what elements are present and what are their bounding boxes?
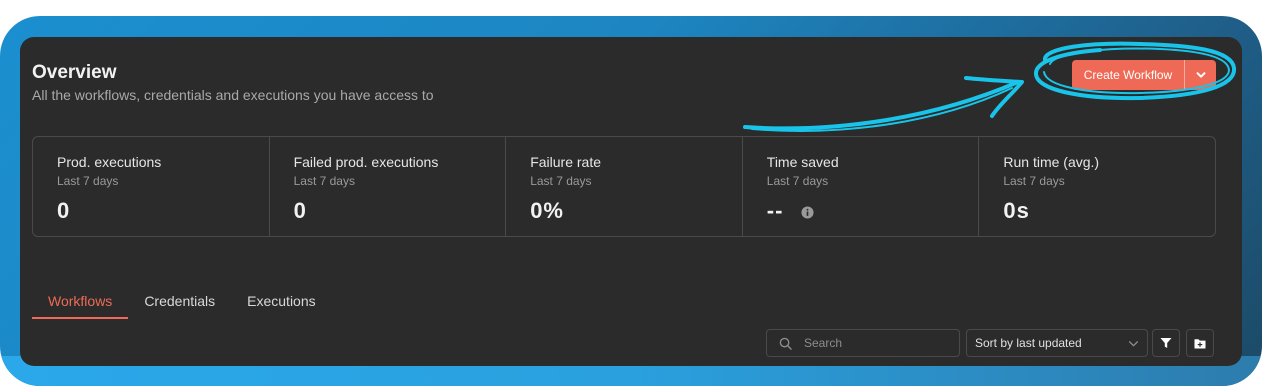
stat-value: 0 <box>57 198 71 223</box>
stat-period: Last 7 days <box>1003 174 1065 188</box>
sort-select-value: Sort by last updated <box>975 336 1082 350</box>
stat-period: Last 7 days <box>530 174 592 188</box>
chevron-down-icon <box>1128 340 1139 346</box>
stat-period: Last 7 days <box>293 174 355 188</box>
overview-panel: Overview All the workflows, credentials … <box>20 37 1242 366</box>
stat-label: Failed prod. executions <box>293 154 439 170</box>
new-folder-button[interactable] <box>1186 329 1214 357</box>
stat-label: Prod. executions <box>57 154 162 170</box>
stat-value: 0% <box>530 198 564 223</box>
tab-executions[interactable]: Executions <box>231 292 331 317</box>
tab-bar: Workflows Credentials Executions <box>32 292 332 319</box>
stat-run-time: Run time (avg.) Last 7 days 0s <box>979 137 1215 236</box>
search-box[interactable] <box>766 329 960 357</box>
filter-icon <box>1160 338 1172 348</box>
sort-select[interactable]: Sort by last updated <box>966 329 1148 357</box>
chevron-down-icon <box>1196 72 1205 78</box>
create-workflow-button[interactable]: Create Workflow <box>1072 60 1216 90</box>
stat-value: 0 <box>293 198 307 223</box>
insights-summary: Prod. executions Last 7 days 0 Failed pr… <box>32 136 1216 237</box>
search-input[interactable] <box>802 335 946 351</box>
stat-failed-executions: Failed prod. executions Last 7 days 0 <box>270 137 507 236</box>
stat-period: Last 7 days <box>766 174 829 188</box>
stat-label: Failure rate <box>530 154 601 170</box>
stat-label: Time saved <box>766 154 839 170</box>
page-title: Overview <box>32 62 117 83</box>
filter-button[interactable] <box>1152 329 1180 357</box>
button-divider <box>1184 60 1185 90</box>
stat-prod-executions: Prod. executions Last 7 days 0 <box>33 137 270 236</box>
page-subtitle: All the workflows, credentials and execu… <box>32 87 434 103</box>
stat-label: Run time (avg.) <box>1003 154 1100 170</box>
create-workflow-dropdown[interactable] <box>1185 60 1216 90</box>
search-icon <box>779 337 792 350</box>
folder-add-icon <box>1194 338 1206 348</box>
stat-period: Last 7 days <box>57 174 119 188</box>
info-icon[interactable] <box>801 206 814 219</box>
tab-workflows[interactable]: Workflows <box>32 292 129 319</box>
stat-failure-rate: Failure rate Last 7 days 0% <box>506 137 743 236</box>
stat-time-saved: Time saved Last 7 days -- <box>743 137 980 236</box>
create-workflow-label: Create Workflow <box>1083 68 1173 82</box>
stat-value: -- <box>766 198 784 223</box>
tab-credentials[interactable]: Credentials <box>128 292 231 317</box>
stat-value: 0s <box>1003 198 1030 223</box>
